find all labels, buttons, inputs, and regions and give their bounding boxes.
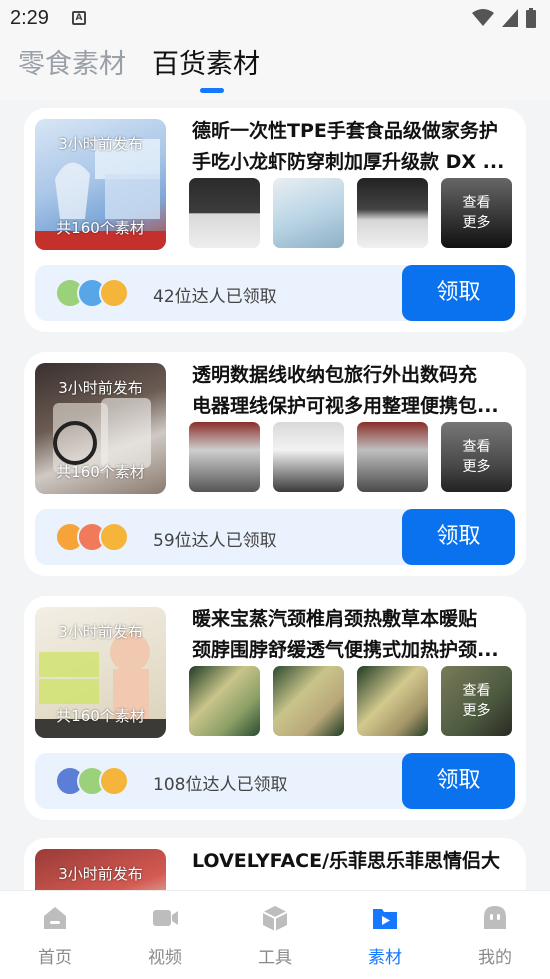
material-preview[interactable] <box>273 178 344 248</box>
home-icon <box>44 907 66 929</box>
view-more-tile[interactable]: 查看 更多 <box>441 178 512 248</box>
active-tab-indicator <box>200 88 224 93</box>
category-tabs: 零食素材 百货素材 <box>0 36 550 100</box>
view-more-label: 查看 <box>462 683 491 699</box>
nav-home[interactable]: 首页 <box>15 903 95 968</box>
publish-time: 3小时前发布 <box>58 379 143 397</box>
material-preview[interactable] <box>189 178 260 248</box>
product-thumbnail[interactable]: 3小时前发布 共160个素材 <box>35 607 166 738</box>
material-preview[interactable] <box>357 422 428 492</box>
avatar <box>99 766 129 796</box>
avatar-group <box>55 278 129 308</box>
claim-button[interactable]: 领取 <box>402 509 515 565</box>
product-title-line: 暖来宝蒸汽颈椎肩颈热敷草本暖贴 <box>192 608 478 630</box>
claim-count: 42位达人已领取 <box>153 287 277 307</box>
claim-count: 59位达人已领取 <box>153 531 277 551</box>
claim-bar: 42位达人已领取 领取 <box>35 265 515 321</box>
view-more-tile[interactable]: 查看 更多 <box>441 666 512 736</box>
battery-icon <box>526 8 536 28</box>
product-title[interactable]: 德昕一次性TPE手套食品级做家务护 手吃小龙虾防穿刺加厚升级款 DX ... <box>192 116 518 178</box>
claim-bar: 59位达人已领取 领取 <box>35 509 515 565</box>
toolbox-icon <box>262 906 288 931</box>
material-preview[interactable] <box>357 178 428 248</box>
product-title-line: 德昕一次性TPE手套食品级做家务护 <box>192 120 498 142</box>
publish-time: 3小时前发布 <box>58 135 143 153</box>
nav-label: 我的 <box>478 948 512 968</box>
material-preview[interactable] <box>273 666 344 736</box>
material-preview[interactable] <box>357 666 428 736</box>
view-more-tile[interactable]: 查看 更多 <box>441 422 512 492</box>
claim-button[interactable]: 领取 <box>402 753 515 809</box>
product-title-line: LOVELYFACE/乐菲思乐菲思情侣大 <box>192 850 501 872</box>
view-more-label: 更多 <box>462 215 491 231</box>
product-title[interactable]: 透明数据线收纳包旅行外出数码充 电器理线保护可视多用整理便携包... <box>192 360 518 422</box>
profile-icon <box>484 906 506 929</box>
product-thumbnail[interactable]: 3小时前发布 共160个素材 <box>35 363 166 494</box>
material-preview[interactable] <box>189 422 260 492</box>
nav-video[interactable]: 视频 <box>125 903 205 968</box>
notification-a-icon: A <box>72 11 86 25</box>
product-title-line: 手吃小龙虾防穿刺加厚升级款 DX ... <box>192 151 505 173</box>
publish-time: 3小时前发布 <box>58 623 143 641</box>
nav-label: 工具 <box>258 948 292 968</box>
claim-button[interactable]: 领取 <box>402 265 515 321</box>
claim-bar: 108位达人已领取 领取 <box>35 753 515 809</box>
material-card[interactable]: 3小时前发布 共160个素材 透明数据线收纳包旅行外出数码充 电器理线保护可视多… <box>24 352 526 576</box>
nav-profile[interactable]: 我的 <box>455 903 535 968</box>
tab-general-goods[interactable]: 百货素材 <box>152 42 260 81</box>
nav-label: 视频 <box>148 948 182 968</box>
product-title-line: 透明数据线收纳包旅行外出数码充 <box>192 364 478 386</box>
wifi-icon <box>472 9 494 26</box>
product-thumbnail[interactable]: 3小时前发布 共160个素材 <box>35 119 166 250</box>
nav-label: 素材 <box>368 948 402 968</box>
material-card[interactable]: 3小时前发布 共160个素材 德昕一次性TPE手套食品级做家务护 手吃小龙虾防穿… <box>24 108 526 332</box>
material-count: 共160个素材 <box>56 219 145 237</box>
view-more-label: 查看 <box>462 439 491 455</box>
video-icon <box>153 910 178 926</box>
nav-materials[interactable]: 素材 <box>345 903 425 968</box>
view-more-label: 查看 <box>462 195 491 211</box>
material-count: 共160个素材 <box>56 463 145 481</box>
avatar <box>99 278 129 308</box>
signal-icon <box>502 9 518 27</box>
product-title[interactable]: 暖来宝蒸汽颈椎肩颈热敷草本暖贴 颈脖围脖舒缓透气便携式加热护颈... <box>192 604 518 666</box>
avatar <box>99 522 129 552</box>
publish-time: 3小时前发布 <box>58 865 143 883</box>
claim-count: 108位达人已领取 <box>153 775 288 795</box>
nav-label: 首页 <box>38 948 72 968</box>
avatar-group <box>55 522 129 552</box>
material-icon <box>373 909 397 929</box>
status-icons <box>472 8 536 28</box>
product-title-line: 电器理线保护可视多用整理便携包... <box>192 395 499 417</box>
material-preview[interactable] <box>189 666 260 736</box>
product-title-line: 颈脖围脖舒缓透气便携式加热护颈... <box>192 639 499 661</box>
avatar-group <box>55 766 129 796</box>
bottom-navigation: 首页 视频 工具 素材 我的 <box>0 890 550 979</box>
view-more-label: 更多 <box>462 459 491 475</box>
material-preview[interactable] <box>273 422 344 492</box>
material-card[interactable]: 3小时前发布 共160个素材 暖来宝蒸汽颈椎肩颈热敷草本暖贴 颈脖围脖舒缓透气便… <box>24 596 526 820</box>
tab-snacks[interactable]: 零食素材 <box>18 42 126 81</box>
material-count: 共160个素材 <box>56 707 145 725</box>
view-more-label: 更多 <box>462 703 491 719</box>
status-time: 2:29 <box>10 7 49 29</box>
nav-tools[interactable]: 工具 <box>235 903 315 968</box>
status-bar: 2:29 A <box>0 0 550 36</box>
